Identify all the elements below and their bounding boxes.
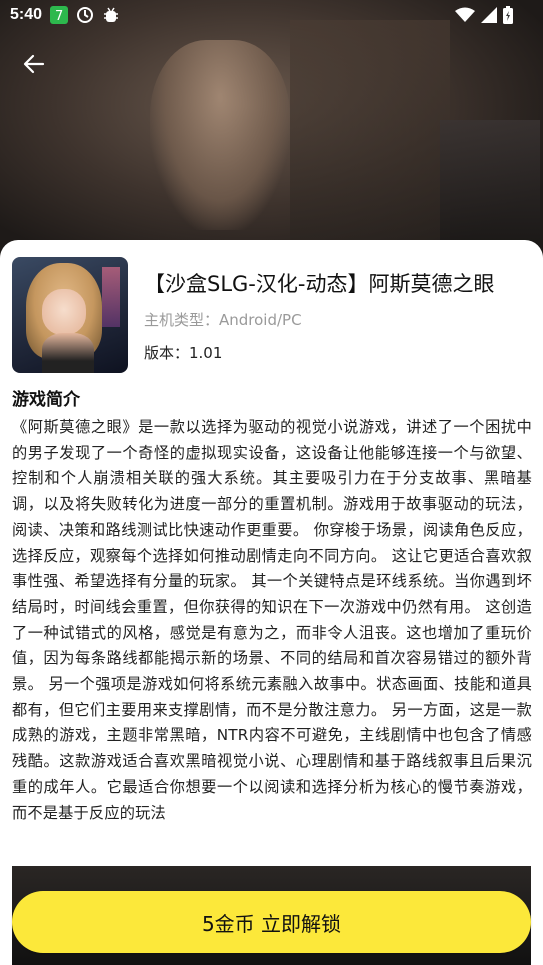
game-cover-image	[12, 257, 128, 373]
sync-icon	[76, 6, 94, 24]
intro-description: 《阿斯莫德之眼》是一款以选择为驱动的视觉小说游戏，讲述了一个困扰中的男子发现了一…	[12, 418, 532, 822]
version-label: 版本：1.01	[144, 344, 223, 362]
intro-heading: 游戏简介	[12, 390, 80, 410]
back-arrow-icon	[23, 54, 45, 74]
status-bar: 5:40 7	[0, 0, 543, 30]
hero-banner-image	[0, 0, 543, 262]
debug-icon	[102, 6, 120, 24]
platform-label: 主机类型：Android/PC	[144, 311, 302, 329]
notification-app-icon: 7	[50, 6, 68, 24]
status-time: 5:40	[10, 6, 43, 23]
wifi-icon	[455, 7, 475, 28]
battery-icon	[503, 6, 513, 29]
svg-text:7: 7	[55, 9, 63, 24]
back-button[interactable]	[18, 48, 50, 80]
game-title: 【沙盒SLG-汉化-动态】阿斯莫德之眼	[144, 272, 495, 296]
signal-icon	[481, 7, 497, 28]
unlock-button[interactable]: 5金币 立即解锁	[12, 891, 531, 953]
